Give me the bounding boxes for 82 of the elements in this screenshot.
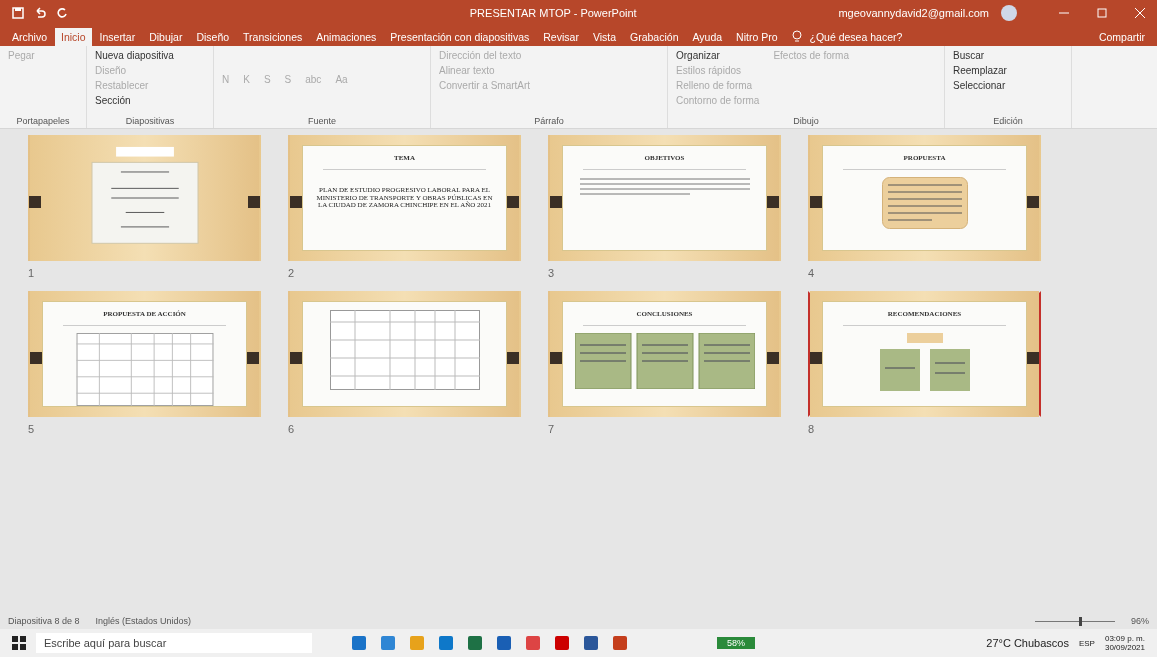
group-label: Dibujo	[792, 116, 820, 126]
ribbon-tab[interactable]: Inicio	[55, 28, 92, 46]
language-status: Inglés (Estados Unidos)	[95, 616, 192, 626]
ribbon-tab[interactable]: Archivo	[6, 28, 53, 46]
slide-thumbnail[interactable]	[28, 135, 261, 261]
taskbar-app-icon[interactable]	[584, 636, 598, 650]
taskbar-app-icon[interactable]	[352, 636, 366, 650]
ribbon-tab[interactable]: Presentación con diapositivas	[384, 28, 536, 46]
ribbon-command[interactable]: Reemplazar	[953, 65, 1007, 76]
slide-number: 3	[548, 266, 556, 281]
group-label: Edición	[992, 116, 1024, 126]
taskbar-app-icon[interactable]	[497, 636, 511, 650]
ribbon-command[interactable]: Nueva diapositiva	[95, 50, 174, 61]
side-tab	[290, 351, 302, 364]
side-tab	[507, 195, 519, 208]
slide-number: 1	[28, 266, 36, 281]
save-icon[interactable]	[12, 7, 24, 19]
taskbar-app-icon[interactable]	[613, 636, 627, 650]
ribbon-command[interactable]: Sección	[95, 95, 174, 106]
windows-start-icon[interactable]	[12, 636, 26, 650]
slide-number: 2	[288, 266, 296, 281]
slide-number: 8	[808, 422, 816, 437]
side-tab	[767, 351, 779, 364]
zoom-thumb[interactable]	[1079, 616, 1082, 626]
ribbon-tab[interactable]: Diseño	[190, 28, 236, 46]
battery-indicator: 58%	[717, 637, 755, 649]
slide-thumbnail[interactable]	[288, 291, 521, 417]
ribbon-tab[interactable]: Ayuda	[686, 28, 729, 46]
ribbon-tab[interactable]: Insertar	[93, 28, 142, 46]
ribbon-command[interactable]: Buscar	[953, 50, 1007, 61]
group-label: Fuente	[307, 116, 337, 126]
weather-text[interactable]: 27°C Chubascos	[986, 637, 1069, 649]
ribbon-tab[interactable]: Transiciones	[237, 28, 309, 46]
ribbon-tab[interactable]: Animaciones	[310, 28, 383, 46]
share-button[interactable]: Compartir	[1092, 28, 1151, 46]
taskbar-search-field[interactable]: Escribe aquí para buscar	[36, 633, 312, 653]
slide-number: 5	[28, 422, 36, 437]
side-tab	[247, 351, 259, 364]
taskbar-app-icon[interactable]	[555, 636, 569, 650]
window-title: PRESENTAR MTOP - PowerPoint	[468, 7, 637, 19]
ribbon-tab[interactable]: Revisar	[537, 28, 585, 46]
restore-icon[interactable]	[1097, 8, 1107, 18]
ribbon-tab[interactable]: Vista	[586, 28, 623, 46]
zoom-level[interactable]: 96%	[1131, 616, 1149, 626]
clock-date[interactable]: 30/09/2021	[1104, 643, 1145, 652]
ribbon-tab[interactable]: Grabación	[624, 28, 685, 46]
redo-icon[interactable]	[56, 7, 68, 19]
tell-me-field[interactable]: ¿Qué desea hacer?	[803, 28, 909, 46]
ribbon-command[interactable]: Seleccionar	[953, 80, 1007, 91]
side-tab	[1027, 195, 1039, 208]
slide-number: 4	[808, 266, 816, 281]
side-tab	[550, 351, 562, 364]
clock-time[interactable]: 03:09 p. m.	[1104, 634, 1145, 643]
side-tab	[29, 195, 41, 208]
taskbar-app-icon[interactable]	[468, 636, 482, 650]
slide-count: Diapositiva 8 de 8	[8, 616, 80, 626]
group-label: Diapositivas	[124, 116, 176, 126]
side-tab	[507, 351, 519, 364]
side-tab	[1027, 351, 1039, 364]
side-tab	[550, 195, 562, 208]
ribbon-tab[interactable]: Nitro Pro	[730, 28, 784, 46]
input-language[interactable]: ESP	[1078, 638, 1095, 648]
side-tab	[248, 195, 260, 208]
side-tab	[810, 351, 822, 364]
side-tab	[30, 351, 42, 364]
side-tab	[290, 195, 302, 208]
undo-icon[interactable]	[34, 7, 46, 19]
slide-number: 7	[548, 422, 556, 437]
taskbar-app-icon[interactable]	[381, 636, 395, 650]
taskbar-app-icon[interactable]	[439, 636, 453, 650]
group-label: Párrafo	[533, 116, 565, 126]
side-tab	[767, 195, 779, 208]
ribbon-command[interactable]: Organizar	[676, 50, 760, 61]
ribbon-tab[interactable]: Dibujar	[143, 28, 189, 46]
lightbulb-icon	[791, 29, 802, 43]
slide-number: 6	[288, 422, 296, 437]
side-tab	[810, 195, 822, 208]
group-label: Portapapeles	[15, 116, 71, 126]
close-icon[interactable]	[1135, 8, 1145, 18]
avatar-icon[interactable]	[1001, 5, 1017, 21]
taskbar-app-icon[interactable]	[526, 636, 540, 650]
account-email: mgeovannydavid2@gmail.com	[838, 7, 989, 19]
